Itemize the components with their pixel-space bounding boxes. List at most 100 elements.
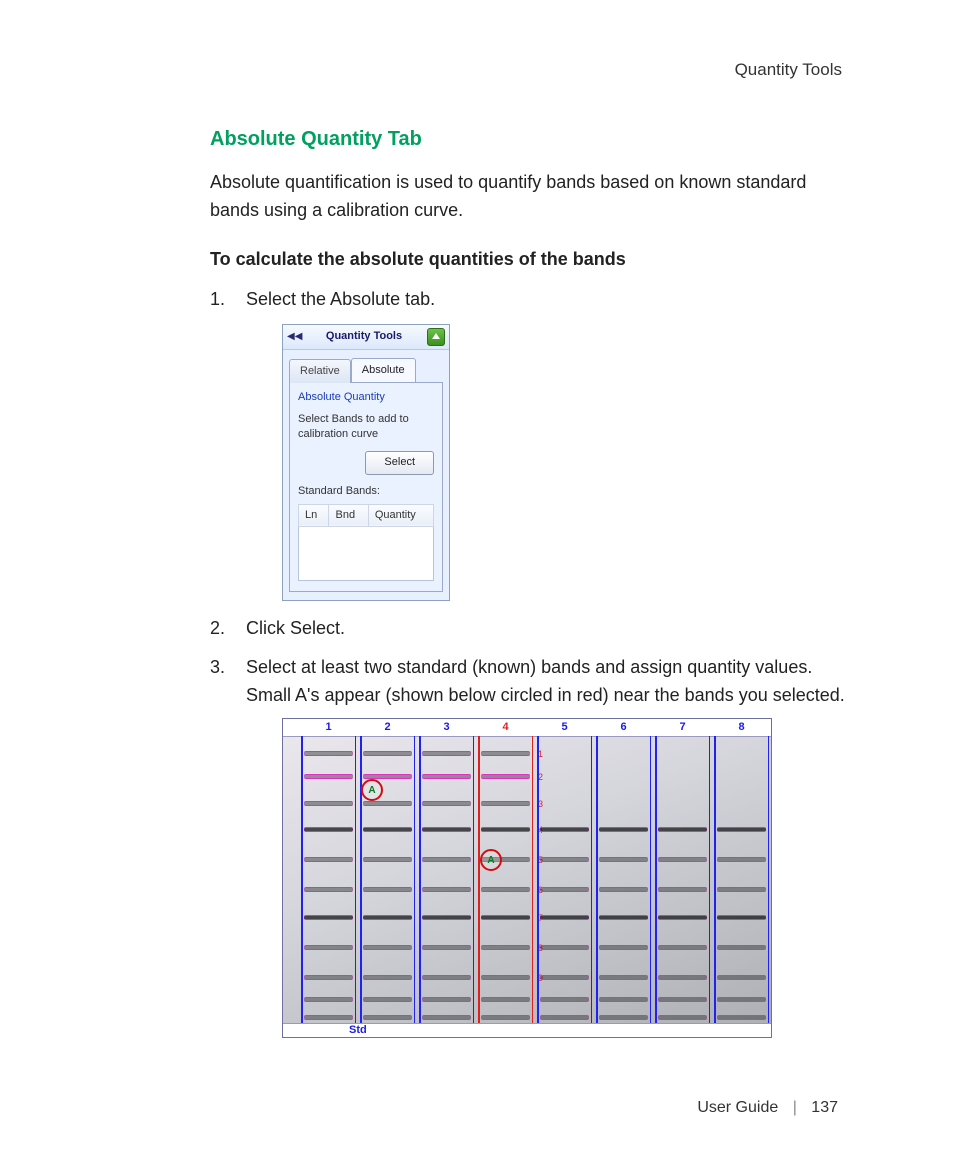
gel-band: [540, 997, 589, 1002]
gel-band: [304, 945, 353, 950]
step-1-text: Select the Absolute tab.: [246, 289, 435, 309]
gel-band: [422, 857, 471, 862]
gel-band: [658, 1015, 707, 1020]
gel-band: [422, 915, 471, 920]
table-empty: [299, 526, 434, 580]
gel-band: [481, 1015, 530, 1020]
gel-band: [304, 827, 353, 832]
gel-lane-number: 6: [596, 719, 651, 736]
gel-band: [599, 915, 648, 920]
collapse-icon[interactable]: ◀◀: [287, 329, 301, 345]
panel-title: Quantity Tools: [301, 328, 427, 345]
panel-body: Absolute Quantity Select Bands to add to…: [289, 382, 443, 592]
gel-band: [658, 945, 707, 950]
gel-band: [481, 751, 530, 756]
gel-lane-4: 4123456789: [478, 719, 533, 1023]
gel-band: [304, 751, 353, 756]
gel-band: [599, 997, 648, 1002]
gel-band: [658, 827, 707, 832]
gel-band: [363, 997, 412, 1002]
gel-band: [658, 887, 707, 892]
tab-absolute[interactable]: Absolute: [351, 358, 416, 382]
col-bnd[interactable]: Bnd: [329, 504, 368, 526]
tab-relative[interactable]: Relative: [289, 359, 351, 383]
procedure-heading: To calculate the absolute quantities of …: [210, 249, 854, 270]
gel-band: [304, 1015, 353, 1020]
gel-band: [481, 945, 530, 950]
section-title: Absolute Quantity Tab: [210, 128, 854, 151]
gel-lane-6: 6: [596, 719, 651, 1023]
gel-lane-1: 1: [301, 719, 356, 1023]
gel-band: [599, 827, 648, 832]
page-footer: User Guide | 137: [697, 1099, 838, 1117]
gel-band: [304, 857, 353, 862]
gel-band: [540, 915, 589, 920]
gel-band: [422, 997, 471, 1002]
footer-page: 137: [811, 1099, 838, 1116]
gel-band: [422, 1015, 471, 1020]
footer-separator: |: [793, 1099, 797, 1116]
gel-lane-7: 7: [655, 719, 710, 1023]
gel-band: [363, 887, 412, 892]
gel-band: [599, 887, 648, 892]
gel-band: [540, 945, 589, 950]
group-label: Absolute Quantity: [298, 389, 434, 406]
gel-band: [363, 945, 412, 950]
gel-band: [481, 774, 530, 779]
step-2-text: Click Select.: [246, 618, 345, 638]
quantity-tools-panel: ◀◀ Quantity Tools Relative Absolute Abso…: [282, 324, 450, 601]
gel-band: [304, 997, 353, 1002]
gel-band: [422, 827, 471, 832]
gel-band: [481, 997, 530, 1002]
gel-band: [304, 801, 353, 806]
gel-band: [304, 774, 353, 779]
gel-band: [599, 975, 648, 980]
gel-lane-number: 1: [301, 719, 356, 736]
col-ln[interactable]: Ln: [299, 504, 329, 526]
select-button[interactable]: Select: [365, 451, 434, 474]
panel-header: ◀◀ Quantity Tools: [283, 325, 449, 350]
gel-lane-2: 2: [360, 719, 415, 1023]
gel-band: [658, 915, 707, 920]
gel-band: [717, 857, 766, 862]
gel-band: [363, 975, 412, 980]
gel-band: [363, 751, 412, 756]
up-arrow-icon[interactable]: [427, 328, 445, 346]
gel-band: [717, 975, 766, 980]
step-2: Click Select.: [210, 615, 854, 643]
intro-paragraph: Absolute quantification is used to quant…: [210, 169, 854, 225]
gel-lane-5: 5: [537, 719, 592, 1023]
gel-band: [363, 857, 412, 862]
gel-band: [363, 801, 412, 806]
gel-band: [422, 975, 471, 980]
gel-band: [717, 915, 766, 920]
gel-band: [717, 997, 766, 1002]
gel-band: [540, 887, 589, 892]
gel-band: [658, 975, 707, 980]
gel-band: [422, 751, 471, 756]
gel-band: [540, 1015, 589, 1020]
gel-band: [481, 975, 530, 980]
gel-band: [422, 774, 471, 779]
col-quantity[interactable]: Quantity: [368, 504, 433, 526]
gel-band: [658, 997, 707, 1002]
gel-lane-number: 5: [537, 719, 592, 736]
gel-lane-3: 3: [419, 719, 474, 1023]
gel-lane-number: 7: [655, 719, 710, 736]
gel-band: [540, 857, 589, 862]
standard-bands-table: Ln Bnd Quantity: [298, 504, 434, 581]
gel-band: [422, 801, 471, 806]
gel-band: [481, 827, 530, 832]
gel-std-label: Std: [349, 1023, 367, 1037]
gel-lane-number: 2: [360, 719, 415, 736]
gel-band: [481, 915, 530, 920]
gel-band: [363, 915, 412, 920]
gel-lane-number: 4: [478, 719, 533, 736]
gel-band: [658, 857, 707, 862]
gel-band: [599, 945, 648, 950]
gel-band: [540, 975, 589, 980]
gel-band: [304, 915, 353, 920]
footer-doc: User Guide: [697, 1099, 778, 1116]
panel-tabs: Relative Absolute: [283, 350, 449, 382]
gel-image: 12341234567895678 A A Std: [282, 718, 772, 1038]
